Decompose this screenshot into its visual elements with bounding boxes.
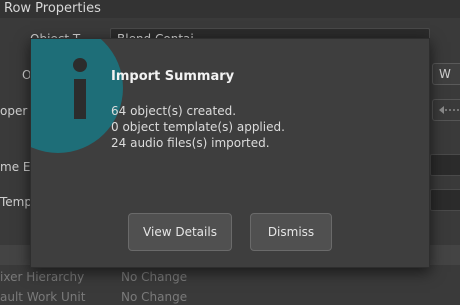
side-button-label: W xyxy=(439,67,451,81)
view-details-button[interactable]: View Details xyxy=(128,213,232,251)
panel-title: Row Properties xyxy=(4,1,101,16)
row-5-field[interactable] xyxy=(430,189,460,211)
summary-line-templates: 0 object template(s) applied. xyxy=(111,120,285,134)
side-button[interactable]: W xyxy=(432,63,460,85)
row-4-field[interactable] xyxy=(430,154,460,176)
panel-header: Row Properties xyxy=(0,0,460,18)
arrow-button[interactable] xyxy=(432,99,460,121)
row-5-label: Temp xyxy=(0,195,32,209)
summary-line-audio: 24 audio files(s) imported. xyxy=(111,136,270,150)
row-3-label: oper xyxy=(0,104,28,118)
summary-line-objects: 64 object(s) created. xyxy=(111,104,237,118)
default-work-unit-label: ault Work Unit xyxy=(0,290,86,304)
default-work-unit-value: No Change xyxy=(121,290,188,304)
info-icon xyxy=(31,39,123,153)
mixer-hierarchy-value: No Change xyxy=(121,270,188,284)
dialog-title: Import Summary xyxy=(111,69,235,84)
mixer-hierarchy-label: ixer Hierarchy xyxy=(0,270,85,284)
arrows-icon xyxy=(439,106,459,114)
dismiss-button[interactable]: Dismiss xyxy=(250,213,332,251)
import-summary-dialog: Import Summary 64 object(s) created. 0 o… xyxy=(30,38,430,268)
